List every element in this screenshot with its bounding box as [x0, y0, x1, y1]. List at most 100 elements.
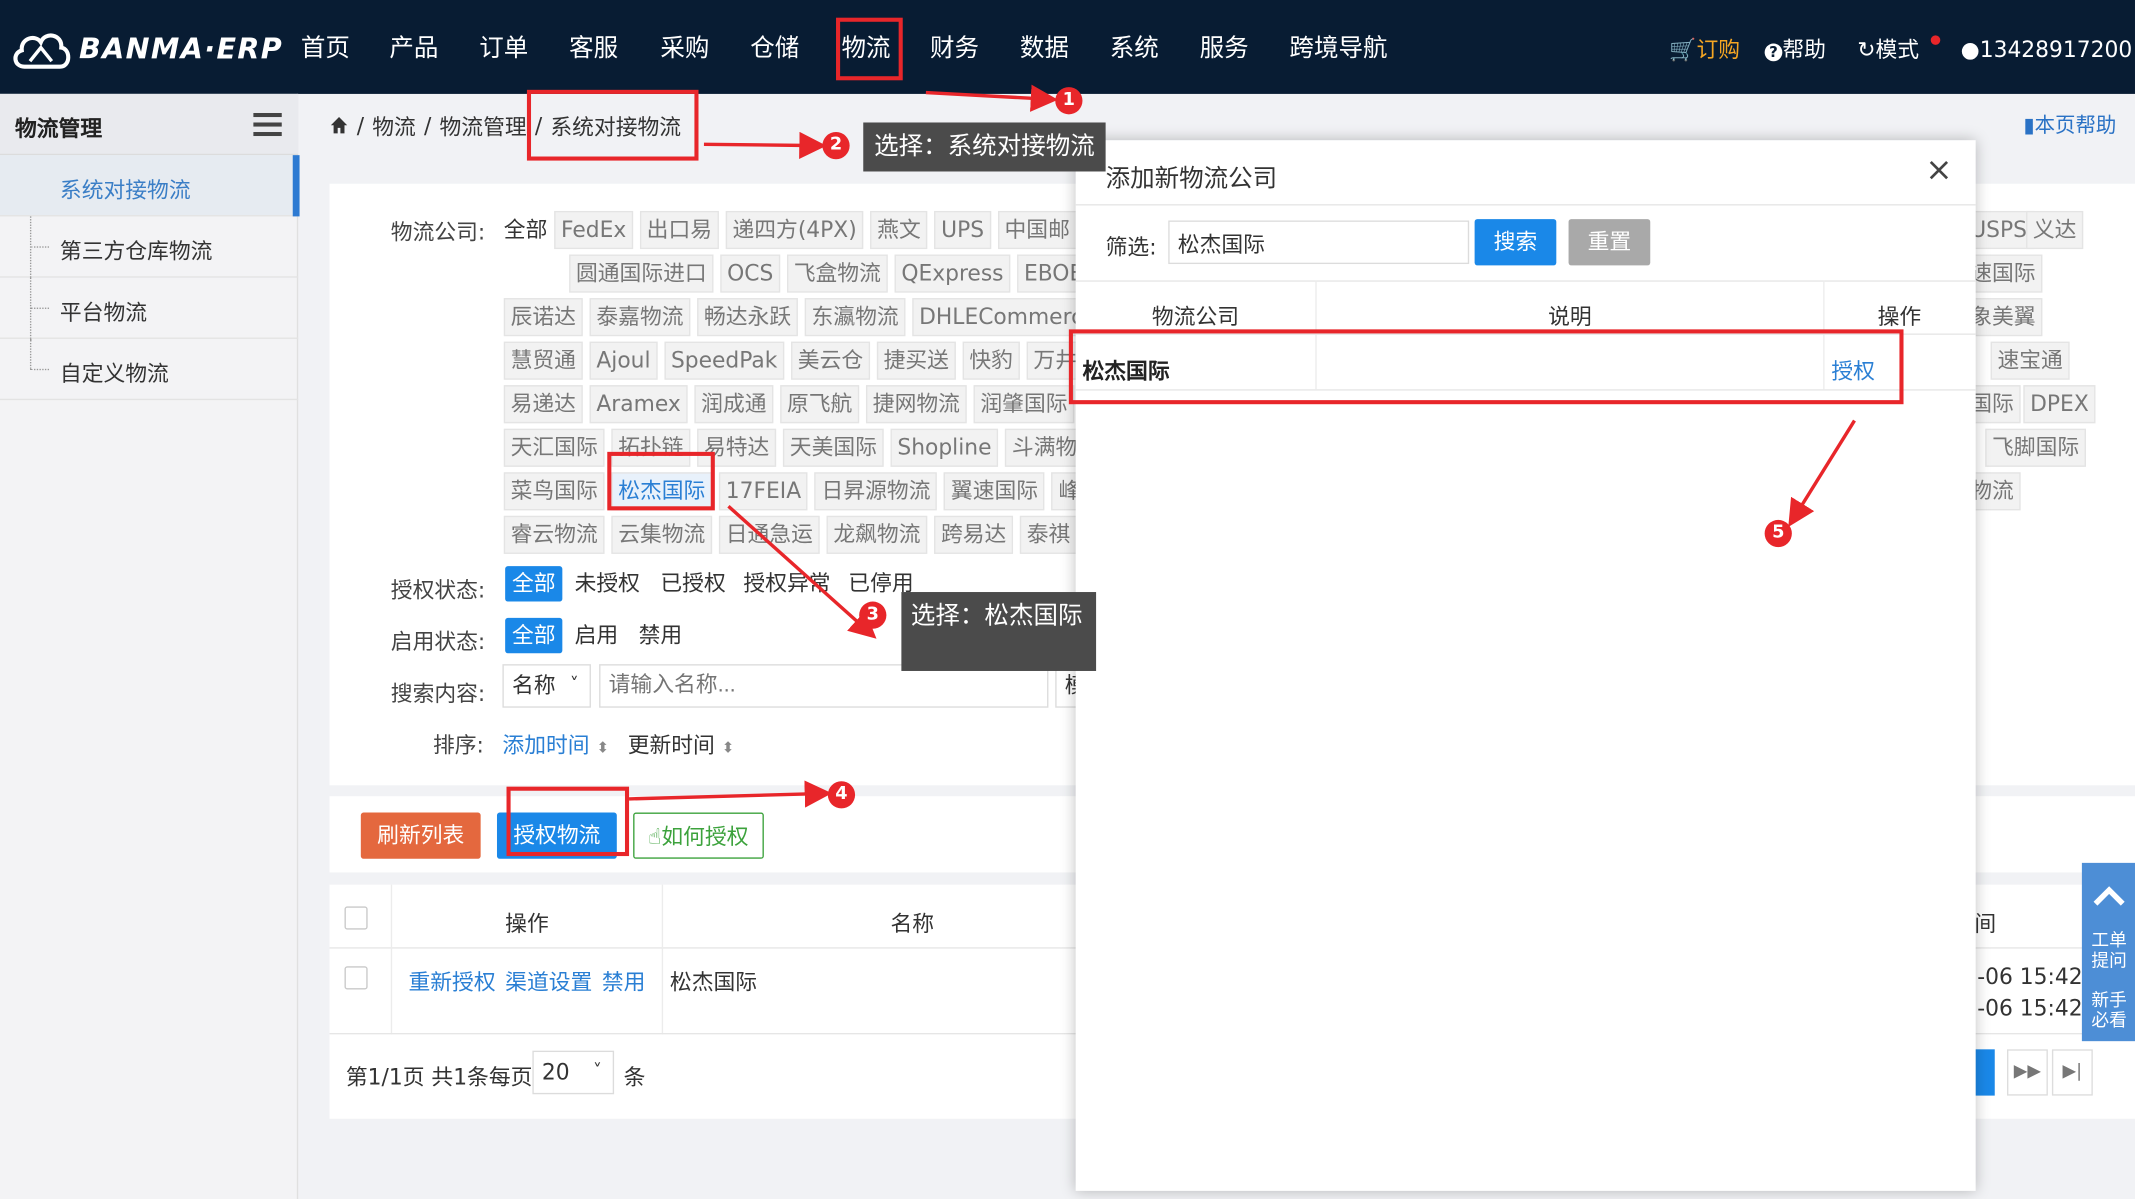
company-tag[interactable]: 菜鸟国际: [503, 472, 605, 511]
company-tag[interactable]: 圆通国际进口: [569, 254, 714, 293]
company-tag[interactable]: 翼速国际: [944, 472, 1045, 511]
auth-filter-error[interactable]: 授权异常: [743, 568, 830, 601]
company-tag[interactable]: 飞脚国际: [1985, 428, 2086, 467]
company-tag[interactable]: 递四方(4PX): [725, 210, 864, 250]
close-icon[interactable]: [1928, 159, 1950, 181]
company-tag[interactable]: FedEx: [554, 210, 634, 250]
last-page-icon[interactable]: ▶|: [2051, 1049, 2093, 1096]
nav-product[interactable]: 产品: [389, 33, 438, 66]
sidebar-item-thirdparty-logistics[interactable]: 第三方仓库物流: [0, 216, 299, 278]
current-page-button[interactable]: [1972, 1049, 1995, 1096]
company-tag[interactable]: 天美国际: [782, 428, 884, 467]
select-all-checkbox[interactable]: [344, 906, 368, 930]
auth-filter-all[interactable]: 全部: [505, 566, 563, 602]
company-tag[interactable]: 泰嘉物流: [589, 298, 691, 337]
sidebar-item-system-logistics[interactable]: 系统对接物流: [0, 155, 300, 217]
sort-added-time[interactable]: 添加时间 ⬍: [502, 727, 609, 760]
company-tag[interactable]: Ajoul: [589, 341, 658, 380]
company-tag[interactable]: 泰祺: [1019, 515, 1078, 554]
modal-filter-input[interactable]: [1168, 220, 1470, 265]
company-tag[interactable]: 日昇源物流: [814, 472, 938, 511]
company-tag[interactable]: 睿云物流: [503, 515, 605, 554]
company-tag[interactable]: 润肇国际: [973, 385, 1075, 424]
company-tag[interactable]: 天汇国际: [503, 428, 605, 467]
home-icon[interactable]: [330, 116, 349, 135]
company-tag[interactable]: 捷买送: [876, 341, 956, 380]
sidebar-item-custom-logistics[interactable]: 自定义物流: [0, 338, 299, 401]
how-to-authorize-button[interactable]: ☝如何授权: [633, 812, 764, 859]
company-tag[interactable]: 龙飙物流: [826, 515, 928, 554]
nav-data[interactable]: 数据: [1020, 33, 1069, 66]
nav-warehouse[interactable]: 仓储: [750, 33, 799, 66]
breadcrumb-logistics[interactable]: 物流: [372, 109, 416, 142]
modal-reset-button[interactable]: 重置: [1568, 219, 1651, 266]
page-size-select[interactable]: 20 ˅: [532, 1050, 615, 1095]
company-tag[interactable]: 慧贸通: [503, 341, 583, 380]
company-tag[interactable]: 辰诺达: [503, 298, 583, 337]
logo[interactable]: BANMA·ERP: [11, 22, 283, 76]
company-tag[interactable]: 跨易达: [934, 515, 1014, 554]
company-tag[interactable]: 美云仓: [790, 341, 870, 380]
nav-services[interactable]: 服务: [1200, 33, 1249, 66]
company-tag[interactable]: Aramex: [589, 385, 688, 424]
account-menu[interactable]: ●13428917200 ˅: [1961, 35, 2135, 66]
company-tag[interactable]: 斗满物: [1005, 428, 1085, 467]
company-tag[interactable]: 快豹: [962, 341, 1020, 380]
disable-link[interactable]: 禁用: [602, 964, 646, 997]
company-tag[interactable]: Shopline: [890, 428, 999, 467]
enable-filter-off[interactable]: 禁用: [639, 619, 683, 652]
row-checkbox[interactable]: [344, 966, 368, 990]
enable-filter-all[interactable]: 全部: [505, 617, 563, 654]
reauthorize-link[interactable]: 重新授权: [408, 964, 495, 997]
company-tag[interactable]: 17FEIA: [718, 472, 808, 511]
ticket-link[interactable]: 工单提问: [2090, 931, 2128, 972]
auth-filter-authorized[interactable]: 已授权: [660, 568, 725, 601]
auth-filter-unauthorized[interactable]: 未授权: [575, 568, 640, 601]
company-tag[interactable]: 畅达永跃: [697, 298, 798, 337]
channel-settings-link[interactable]: 渠道设置: [505, 964, 592, 997]
nav-finance[interactable]: 财务: [930, 33, 979, 66]
company-tag[interactable]: DPEX: [2023, 385, 2096, 424]
sort-updated-time[interactable]: 更新时间 ⬍: [628, 727, 735, 760]
company-tag[interactable]: SpeedPak: [664, 341, 785, 380]
nav-crossborder[interactable]: 跨境导航: [1289, 33, 1387, 66]
company-tag[interactable]: 义达: [2026, 210, 2084, 250]
company-tag[interactable]: 润成通: [694, 385, 774, 424]
company-tag[interactable]: 飞盒物流: [786, 254, 888, 293]
sort-icon: ⬍: [721, 739, 735, 757]
modal-column-action: 操作: [1877, 303, 1922, 330]
company-tag[interactable]: UPS: [934, 210, 991, 250]
refresh-list-button[interactable]: 刷新列表: [360, 812, 481, 859]
nav-purchase[interactable]: 采购: [660, 33, 709, 66]
company-tag[interactable]: 速宝通: [1990, 341, 2070, 380]
company-tag[interactable]: 云集物流: [611, 515, 713, 554]
mode-link[interactable]: ↻模式: [1857, 35, 1919, 65]
menu-toggle-icon[interactable]: [253, 112, 282, 137]
search-field-select[interactable]: 名称 ˅: [502, 664, 591, 708]
subscribe-link[interactable]: 🛒订购: [1669, 35, 1740, 65]
company-tag[interactable]: 出口易: [639, 210, 719, 250]
breadcrumb-logistics-mgmt[interactable]: 物流管理: [440, 109, 527, 142]
next-page-icon[interactable]: ▶▶: [2006, 1049, 2048, 1096]
company-tag[interactable]: QExpress: [894, 254, 1011, 293]
nav-home[interactable]: 首页: [301, 33, 350, 66]
newbie-guide-link[interactable]: 新手必看: [2090, 991, 2128, 1032]
nav-service[interactable]: 客服: [569, 33, 618, 66]
company-tag[interactable]: 原飞航: [780, 385, 860, 424]
company-tag[interactable]: 日通急运: [718, 515, 820, 554]
company-tag[interactable]: 东瀛物流: [804, 298, 906, 337]
company-tag[interactable]: 中国邮: [997, 210, 1077, 250]
modal-search-button[interactable]: 搜索: [1474, 219, 1557, 266]
company-tag[interactable]: 捷网物流: [865, 385, 967, 424]
help-link[interactable]: ? 帮助: [1764, 35, 1826, 65]
enable-filter-on[interactable]: 启用: [575, 619, 619, 652]
nav-system[interactable]: 系统: [1110, 33, 1159, 66]
nav-order[interactable]: 订单: [479, 33, 528, 66]
sidebar-item-platform-logistics[interactable]: 平台物流: [0, 277, 299, 339]
back-to-top-icon[interactable]: [2093, 885, 2126, 907]
company-tag[interactable]: 易递达: [503, 385, 583, 424]
company-tag[interactable]: OCS: [720, 254, 781, 293]
company-tag[interactable]: 燕文: [870, 210, 928, 250]
page-help-link[interactable]: ▮本页帮助: [2023, 110, 2116, 139]
company-tag[interactable]: 全部: [504, 214, 548, 247]
